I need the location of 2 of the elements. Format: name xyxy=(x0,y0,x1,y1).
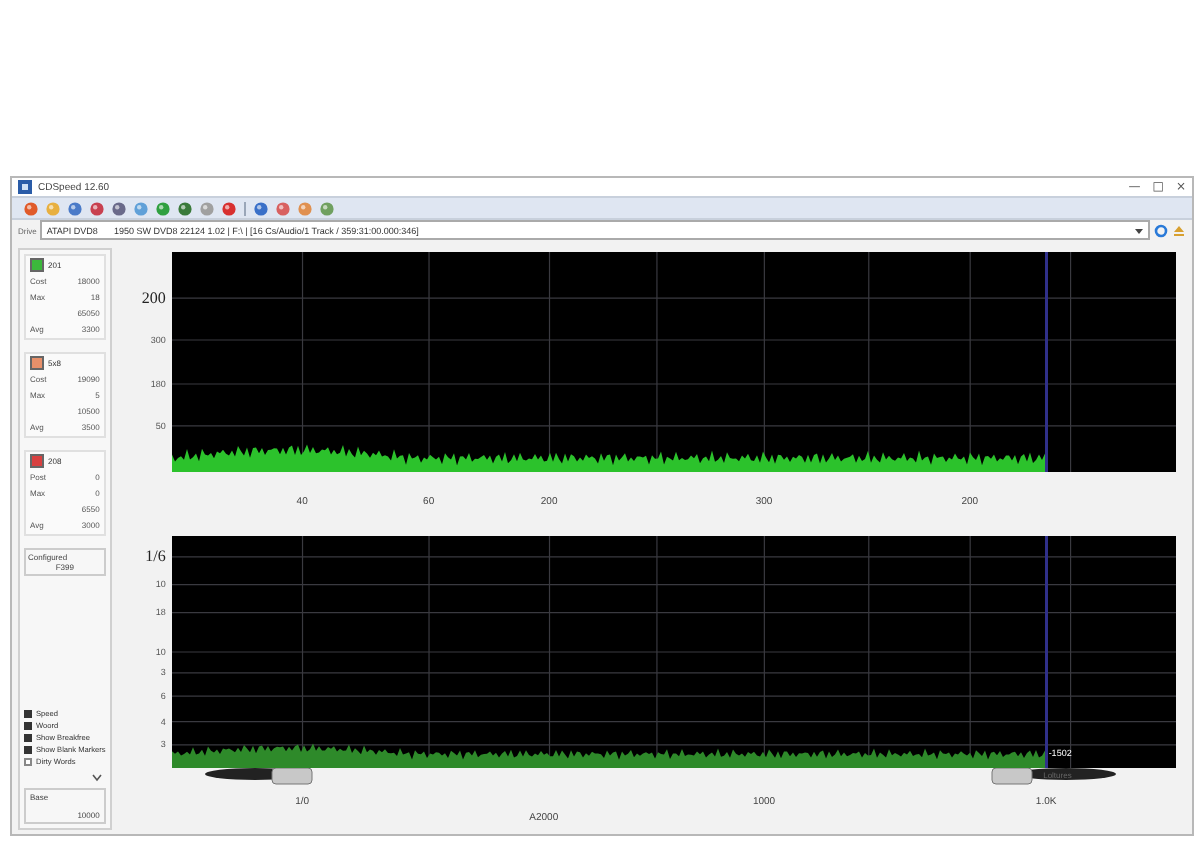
axis-tick-label: 1/6 xyxy=(145,547,166,566)
axis-tick-label: 200 xyxy=(141,289,166,308)
